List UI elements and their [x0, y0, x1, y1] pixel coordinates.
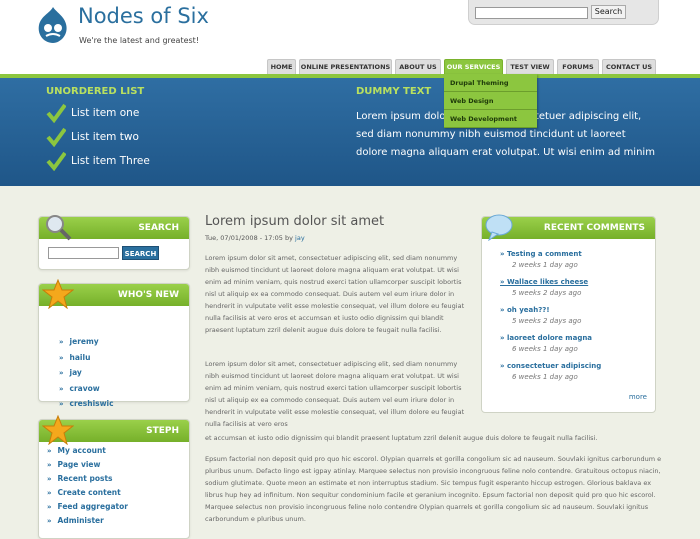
checkmark-icon — [46, 127, 66, 147]
comment-item: » Testing a comment 2 weeks 1 day ago — [500, 250, 582, 269]
dropdown-item-web-design[interactable]: Web Design — [444, 92, 537, 110]
comment-item: » laoreet dolore magna 6 weeks 1 day ago — [500, 334, 592, 353]
menu-item[interactable]: » Administer — [47, 514, 189, 528]
site-name[interactable]: Nodes of Six — [78, 4, 209, 28]
magnifier-icon — [46, 215, 72, 241]
menu-item[interactable]: » Recent posts — [47, 472, 189, 486]
article-paragraph: Lorem ipsum dolor sit amet, consectetuer… — [205, 360, 465, 428]
tab-contact-us[interactable]: CONTACT US — [602, 59, 656, 74]
tab-home[interactable]: HOME — [267, 59, 296, 74]
comment-item: » Wallace likes cheese 5 weeks 2 days ago — [500, 278, 588, 297]
menu-item[interactable]: » My account — [47, 444, 189, 458]
menu-item[interactable]: » Page view — [47, 458, 189, 472]
comment-date: 5 weeks 2 days ago — [512, 289, 582, 297]
article-paragraph: et accumsan et iusto odio dignissim qui … — [205, 434, 598, 442]
user-menu-block: STEPH » My account » Page view » Recent pos… — [38, 415, 190, 539]
site-slogan: We're the latest and greatest! — [79, 36, 200, 45]
menu-item[interactable]: » Feed aggregator — [47, 500, 189, 514]
comment-date: 6 weeks 1 day ago — [512, 373, 578, 381]
comment-item: » consectetuer adipiscing 6 weeks 1 day a… — [500, 362, 601, 381]
top-search-input[interactable] — [475, 7, 588, 19]
article-date: Tue, 07/01/2008 - 17:05 by — [205, 234, 293, 242]
main-nav: HOME ONLINE PRESENTATIONS ABOUT US OUR S… — [0, 59, 700, 74]
more-link[interactable]: more — [629, 393, 647, 401]
comment-item: » oh yeah??! 5 weeks 2 days ago — [500, 306, 581, 325]
menu-item[interactable]: » Create content — [47, 486, 189, 500]
comment-date: 5 weeks 2 days ago — [512, 317, 582, 325]
tab-our-services[interactable]: OUR SERVICES — [444, 59, 503, 74]
comment-link[interactable]: » Wallace likes cheese — [500, 278, 588, 286]
services-dropdown: Drupal Theming Web Design Web Developmen… — [444, 74, 537, 128]
list-item[interactable]: » creshiswic — [59, 396, 189, 412]
list-item-label: List item Three — [71, 155, 150, 167]
comment-date: 6 weeks 1 day ago — [512, 345, 578, 353]
tab-about-us[interactable]: ABOUT US — [395, 59, 441, 74]
whos-new-list: » jeremy » hailu » jay » cravow » creshiswic — [39, 306, 189, 412]
list-item-label: List item two — [71, 131, 139, 143]
comment-link[interactable]: » Testing a comment — [500, 250, 582, 258]
checkmark-icon — [46, 103, 66, 123]
top-search-form: Search — [468, 0, 659, 25]
article-author[interactable]: jay — [295, 234, 305, 242]
search-block: SEARCH SEARCH — [38, 215, 190, 270]
dropdown-item-web-development[interactable]: Web Development — [444, 110, 537, 128]
article-paragraph: Epsum factorial non deposit quid pro quo… — [205, 455, 662, 523]
search-block-input[interactable] — [48, 247, 119, 259]
speech-bubble-icon — [485, 214, 513, 241]
checkmark-icon — [46, 151, 66, 171]
dropdown-item-drupal-theming[interactable]: Drupal Theming — [444, 74, 537, 92]
whos-new-block: WHO'S NEW » jeremy » hailu » jay » cravow » c… — [38, 279, 190, 408]
list-item[interactable]: » cravow — [59, 381, 189, 397]
article-title[interactable]: Lorem ipsum dolor sit amet — [205, 214, 384, 229]
list-item[interactable]: » jeremy — [59, 334, 189, 350]
tab-online-presentations[interactable]: ONLINE PRESENTATIONS — [299, 59, 392, 74]
list-item-label: List item one — [71, 107, 140, 119]
list-item[interactable]: » jay — [59, 365, 189, 381]
comment-date: 2 weeks 1 day ago — [512, 261, 578, 269]
dummy-text-title: DUMMY TEXT — [356, 86, 432, 97]
star-icon — [42, 415, 74, 445]
article-meta: Tue, 07/01/2008 - 17:05 by jay — [205, 234, 305, 242]
tab-forums[interactable]: FORUMS — [557, 59, 599, 74]
search-block-button[interactable]: SEARCH — [122, 246, 159, 260]
recent-comments-block: RECENT COMMENTS » Testing a comment 2 wee… — [481, 214, 656, 413]
comment-link[interactable]: » consectetuer adipiscing — [500, 362, 601, 370]
comment-link[interactable]: » oh yeah??! — [500, 306, 581, 314]
comment-link[interactable]: » laoreet dolore magna — [500, 334, 592, 342]
drupal-logo-icon — [38, 7, 67, 43]
star-icon — [42, 279, 74, 309]
tab-test-view[interactable]: TEST VIEW — [506, 59, 554, 74]
user-menu-list: » My account » Page view » Recent posts » Cr… — [39, 442, 189, 528]
list-item[interactable]: » hailu — [59, 350, 189, 366]
top-search-button[interactable]: Search — [591, 5, 626, 19]
article-paragraph: Lorem ipsum dolor sit amet, consectetuer… — [205, 254, 465, 334]
unordered-list-title: UNORDERED LIST — [46, 86, 145, 97]
